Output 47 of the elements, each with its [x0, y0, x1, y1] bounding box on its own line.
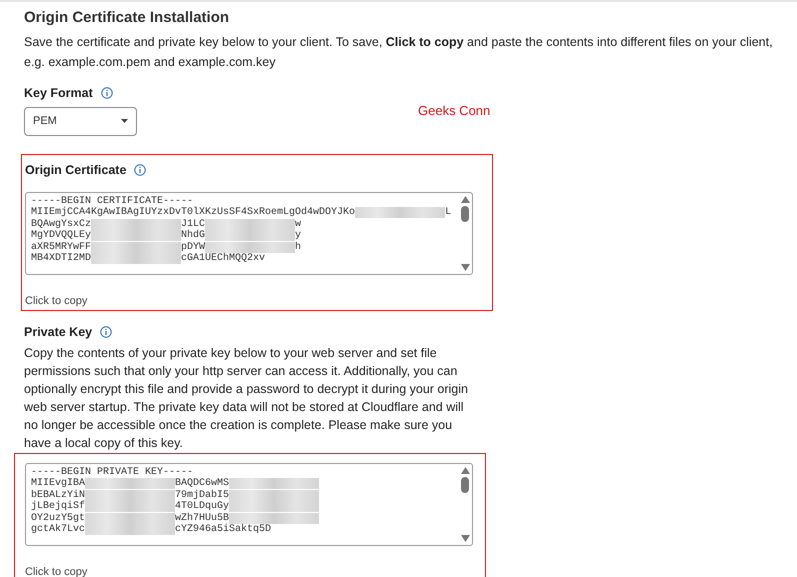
code-text: jLBejqiSf [31, 501, 86, 512]
code-text: MgYDVQQLEy [31, 230, 92, 242]
code-text: gctAk7Lvc [31, 524, 86, 536]
code-text: h [295, 242, 302, 253]
code-text: cYZ946a5iSaktq5D [175, 524, 272, 536]
info-icon[interactable] [100, 87, 113, 100]
caret-icon [121, 119, 128, 124]
code-text: BAQDC6wMS [175, 478, 230, 490]
scroll-down-icon[interactable] [460, 534, 470, 542]
code-text: bEBALzYiN [31, 490, 86, 500]
code-text: OY2uzY5gt [31, 512, 86, 524]
description-text: Save the certificate and private key below to your client. To save, Click to copy and paste the contents into different files on your client, e.g. example.com.pem and example.com.key [24, 34, 774, 71]
code-text: NhdG [181, 230, 206, 242]
code-text: wZh7HUu5B [175, 512, 230, 524]
info-icon[interactable] [100, 326, 112, 338]
code-text: MB4XDTI2MD [31, 253, 92, 264]
code-text: y [295, 230, 302, 242]
key-format-dropdown[interactable]: PEM [24, 106, 137, 136]
code-text: 4T0LDquGy [175, 501, 230, 512]
page-title: Origin Certificate Installation [24, 8, 230, 28]
code-text: aXR5MRYwFF [31, 242, 92, 253]
field-label: Key Format [24, 85, 93, 102]
code-text: J1LC [181, 218, 206, 230]
code-text: MIIEvgIBA [31, 478, 86, 490]
code-text: MIIEmjCCA4KgAwIBAgIUYzxDvT0lXKzUsSF4SxRoemLgOd4wDOYJKo [31, 207, 356, 218]
copy-link[interactable]: Click to copy [25, 564, 485, 577]
field-label: Private Key [24, 324, 92, 341]
scroll-thumb[interactable] [461, 206, 469, 222]
code-text: L [445, 207, 452, 218]
scroll-up-icon[interactable] [460, 466, 470, 474]
code-text: -----BEGIN PRIVATE KEY----- [31, 466, 194, 478]
code-text: -----BEGIN CERTIFICATE----- [31, 196, 194, 206]
field-label: Origin Certificate [25, 162, 126, 179]
code-text: cGA1UEChMQQ2xv [181, 253, 266, 264]
code-textarea[interactable]: -----BEGIN PRIVATE KEY----- MIIEvgIBA BAQDC6wMS bEBALzYiN 79mjDabI5 jLBejqiSf 4T0LDquGy OY2uzY5gt wZh7HUu5B gctAk7Lvc cYZ946a5iSaktq5D [25, 462, 473, 546]
description-text: Copy the contents of your private key below to your web server and set file permissions such that only your http server can access it. Additionally, you can optionally encrypt this file and provide a password to decrypt it during your origin web server startup. The private key data will not be stored at Cloudflare and will no longer be accessible once the creation is complete. Please make sure you have a local copy of this key. [24, 344, 469, 452]
scroll-down-icon[interactable] [460, 264, 470, 270]
code-text: w [295, 218, 302, 230]
annotation-text: Geeks Conn [418, 102, 490, 120]
copy-link[interactable]: Click to copy [25, 292, 492, 309]
scroll-up-icon[interactable] [460, 196, 470, 202]
code-text: 79mjDabI5 [175, 490, 230, 501]
code-text: BQAwgYsxCz [31, 218, 92, 230]
code-text: pDYW [181, 242, 206, 252]
info-icon[interactable] [134, 164, 146, 176]
code-textarea[interactable]: -----BEGIN CERTIFICATE----- MIIEmjCCA4KgAwIBAgIUYzxDvT0lXKzUsSF4SxRoemLgOd4wDOYJKo L BQAwgYsxCz J1LC w MgYDVQQLEy NhdG y aXR5MRYwFF pDYW h MB4XDTI2MD cGA1UEChMQQ2xv [25, 192, 473, 274]
scroll-thumb[interactable] [461, 477, 469, 493]
